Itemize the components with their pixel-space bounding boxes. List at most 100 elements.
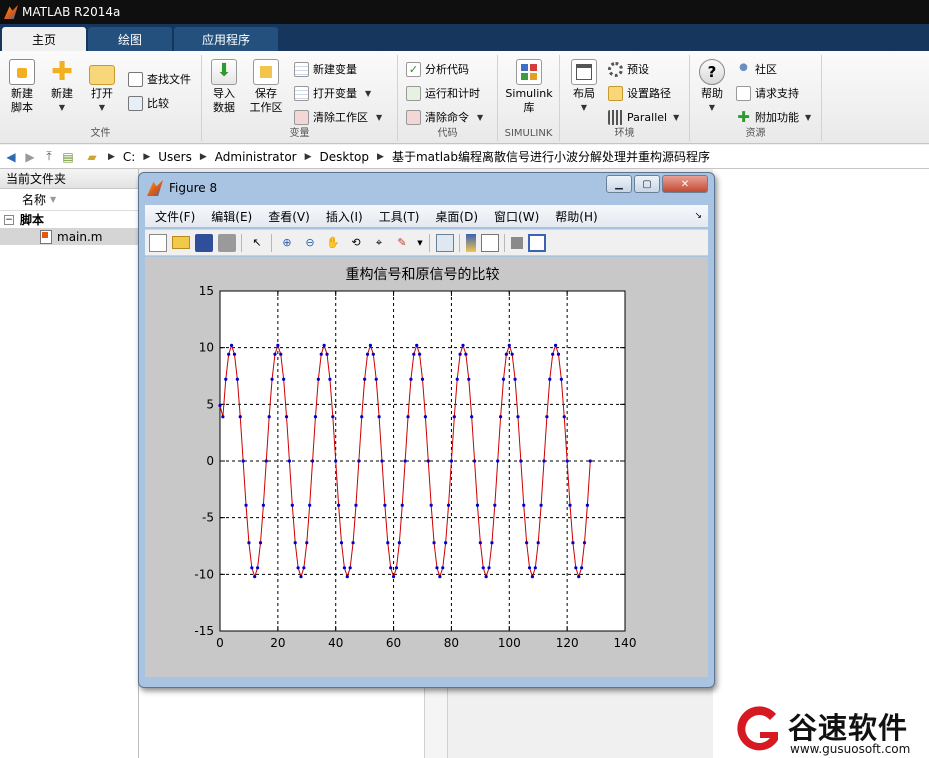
menu-edit[interactable]: 编辑(E)	[211, 208, 252, 225]
compare-button[interactable]: 比较	[128, 93, 169, 113]
run-and-time-button[interactable]: 运行和计时	[406, 83, 480, 103]
menu-view[interactable]: 查看(V)	[268, 208, 310, 225]
tab-apps[interactable]: 应用程序	[174, 27, 278, 51]
series-point-original	[449, 459, 454, 463]
menu-file[interactable]: 文件(F)	[155, 208, 195, 225]
new-script-button[interactable]: 新建 脚本	[2, 59, 42, 115]
rotate-3d-icon[interactable]: ⟲	[347, 234, 365, 252]
file-item-main[interactable]: main.m	[0, 228, 138, 245]
series-point-original	[293, 541, 297, 545]
legend-icon[interactable]	[481, 233, 499, 252]
community-button[interactable]: 社区	[736, 59, 777, 79]
dock-arrow-icon[interactable]: ↘	[694, 211, 702, 221]
x-tick-label: 120	[556, 636, 579, 650]
save-workspace-button[interactable]: 保存 工作区	[246, 59, 286, 115]
breadcrumb-project-folder[interactable]: 基于matlab编程离散信号进行小波分解处理并重构源码程序	[392, 148, 710, 165]
collapse-icon[interactable]: −	[4, 214, 14, 225]
save-icon[interactable]	[195, 233, 213, 252]
menu-window[interactable]: 窗口(W)	[494, 208, 539, 225]
series-point-original	[418, 352, 422, 356]
series-point-original	[446, 503, 451, 507]
series-point-original	[542, 459, 546, 463]
name-column-header[interactable]: 名称 ▼	[0, 189, 138, 211]
new-figure-icon[interactable]	[149, 233, 167, 252]
breadcrumb-users[interactable]: Users	[158, 150, 192, 164]
x-tick-label: 80	[444, 636, 459, 650]
y-tick-label: 15	[199, 284, 214, 298]
back-arrow-icon[interactable]: ◀	[3, 149, 19, 165]
menu-desktop[interactable]: 桌面(D)	[435, 208, 478, 225]
hide-plot-tools-icon[interactable]	[511, 236, 523, 249]
analyze-code-button[interactable]: ✓ 分析代码	[406, 59, 469, 79]
menu-tools[interactable]: 工具(T)	[379, 208, 420, 225]
zoom-out-icon[interactable]: ⊖	[301, 234, 319, 252]
menu-help[interactable]: 帮助(H)	[555, 208, 597, 225]
chevron-right-icon: ▶	[143, 151, 151, 162]
pointer-icon[interactable]: ↖	[248, 234, 266, 252]
print-icon[interactable]	[218, 233, 236, 252]
simulink-library-button[interactable]: Simulink 库	[504, 59, 554, 115]
new-button[interactable]: ✚ 新建 ▼	[42, 59, 82, 115]
panel-splitter[interactable]	[424, 683, 448, 758]
series-point-original	[582, 541, 587, 545]
show-plot-tools-icon[interactable]	[528, 233, 546, 252]
series-point-original	[475, 503, 480, 507]
series-point-original	[221, 415, 225, 419]
brush-dropdown-icon[interactable]: ▼	[416, 234, 424, 252]
set-path-button[interactable]: 设置路径	[608, 83, 671, 103]
tree-group-scripts[interactable]: − 脚本	[0, 211, 138, 228]
series-point-original	[247, 541, 251, 545]
figure-canvas: 重构信号和原信号的比较 0 20 40 60 80 100 120 140 -15 -10 -5 0 5…	[145, 257, 708, 677]
breadcrumb-administrator[interactable]: Administrator	[215, 150, 297, 164]
series-point-original	[507, 343, 511, 347]
link-plot-icon[interactable]	[436, 233, 454, 252]
x-tick-label: 60	[386, 636, 401, 650]
request-support-button[interactable]: 请求支持	[736, 83, 799, 103]
series-point-original	[429, 503, 433, 507]
preferences-button[interactable]: 预设	[608, 59, 649, 79]
browse-folder-icon[interactable]: ▤	[60, 149, 76, 165]
series-point-original	[519, 459, 523, 463]
import-data-button[interactable]: ⬇ 导入 数据	[204, 59, 244, 115]
new-icon: ✚	[51, 57, 73, 87]
series-point-original	[487, 566, 491, 570]
open-button[interactable]: 打开 ▼	[82, 59, 122, 115]
series-point-original	[513, 377, 517, 381]
layout-button[interactable]: 布局 ▼	[564, 59, 604, 115]
series-point-original	[467, 377, 471, 381]
series-point-original	[391, 575, 396, 579]
open-file-icon[interactable]	[172, 236, 190, 249]
figure-menubar: 文件(F) 编辑(E) 查看(V) 插入(I) 工具(T) 桌面(D) 窗口(W…	[145, 205, 708, 227]
up-folder-icon[interactable]: ⤒	[41, 149, 57, 165]
figure-title: Figure 8	[169, 181, 218, 195]
chevron-right-icon: ▶	[199, 151, 207, 162]
series-point-original	[345, 575, 349, 579]
tab-home[interactable]: 主页	[2, 27, 86, 51]
zoom-in-icon[interactable]: ⊕	[278, 234, 296, 252]
data-cursor-icon[interactable]: ⌖	[370, 234, 388, 252]
pan-hand-icon[interactable]: ✋	[324, 234, 342, 252]
colorbar-icon[interactable]	[466, 233, 476, 252]
series-point-original	[218, 403, 222, 408]
menu-insert[interactable]: 插入(I)	[326, 208, 363, 225]
breadcrumb-desktop[interactable]: Desktop	[320, 150, 370, 164]
maximize-button[interactable]: ▢	[634, 175, 660, 193]
forward-arrow-icon[interactable]: ▶	[22, 149, 38, 165]
close-button[interactable]: ✕	[662, 175, 708, 193]
find-files-button[interactable]: 查找文件	[128, 69, 191, 89]
brush-icon[interactable]: ✎	[393, 234, 411, 252]
breadcrumb-drive[interactable]: C:	[123, 150, 135, 164]
folder-icon	[608, 85, 623, 101]
tab-plots[interactable]: 绘图	[88, 27, 172, 51]
new-variable-button[interactable]: 新建变量	[294, 59, 357, 79]
section-label-environment: 环境	[614, 128, 635, 139]
m-file-icon	[40, 229, 52, 244]
series-point-original	[371, 352, 375, 356]
minimize-button[interactable]: ▁	[606, 175, 632, 193]
ribbon-section-simulink: Simulink 库 SIMULINK	[498, 55, 560, 141]
import-data-icon: ⬇	[211, 59, 237, 85]
open-variable-button[interactable]: 打开变量 ▼	[294, 83, 371, 103]
series-point-original	[296, 566, 300, 570]
plot-title: 重构信号和原信号的比较	[346, 267, 500, 283]
help-button[interactable]: ? 帮助 ▼	[692, 59, 732, 115]
